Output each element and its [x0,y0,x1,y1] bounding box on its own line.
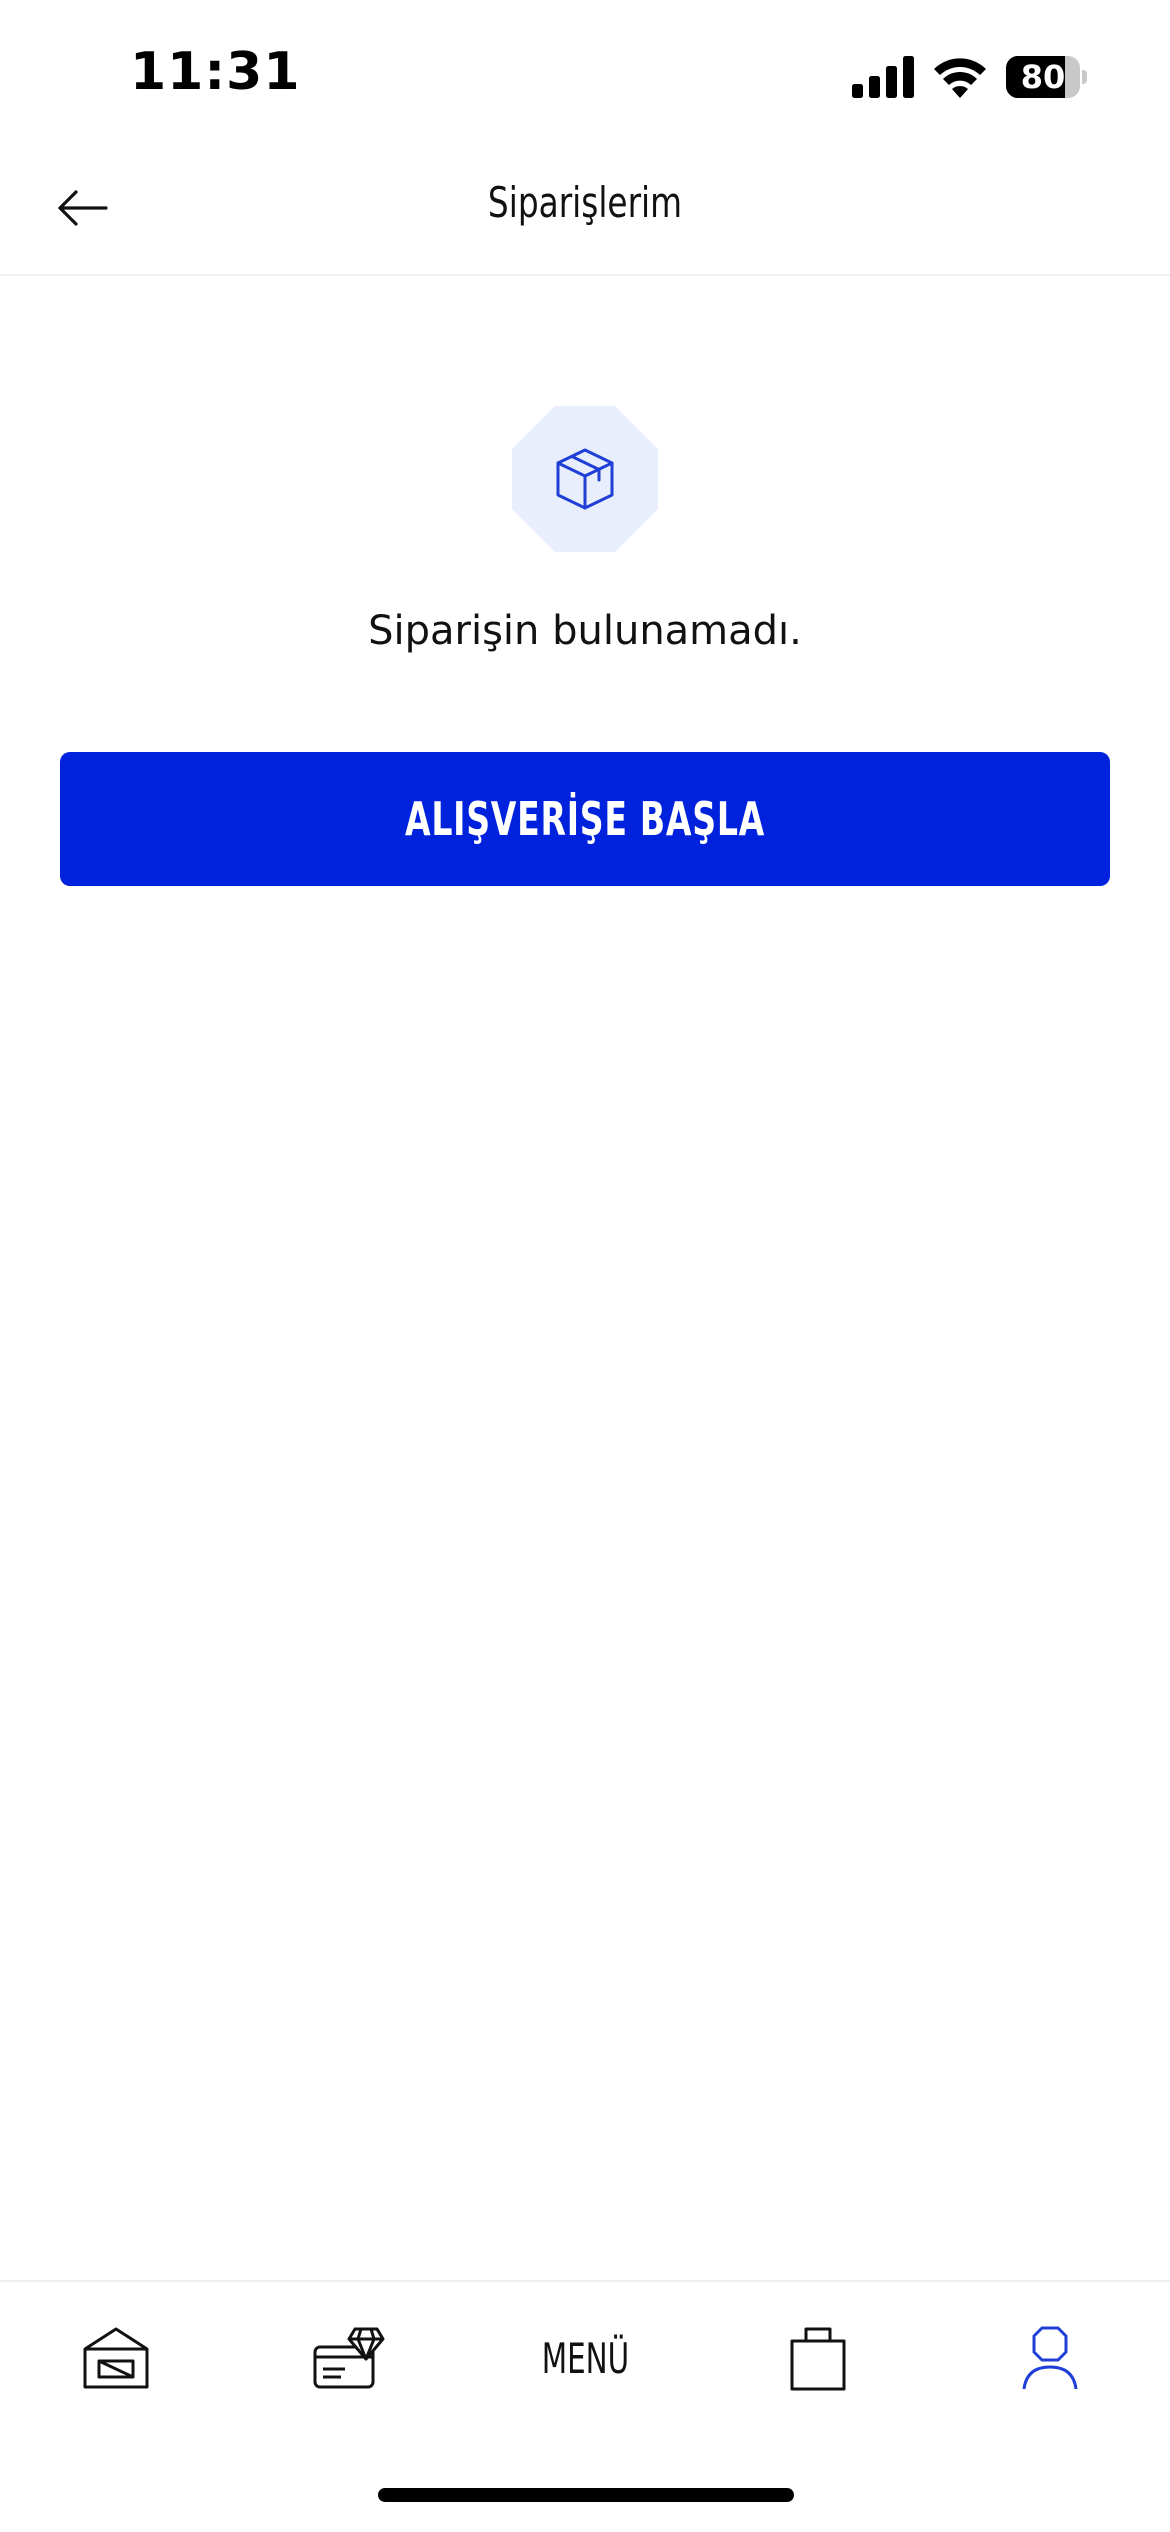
user-icon [1022,2326,1078,2390]
shopping-bag-icon [790,2327,846,2391]
arrow-left-icon [58,190,108,226]
battery-body: 80 [1006,56,1080,98]
home-store-icon [83,2327,149,2389]
tab-profile[interactable] [1000,2316,1100,2400]
page-header: Siparişlerim [0,150,1170,276]
tab-menu-label: MENÜ [541,2333,629,2383]
cellular-signal-icon [852,56,914,98]
package-box-icon [556,448,614,510]
home-indicator [378,2488,794,2502]
wifi-icon [934,58,986,98]
tab-cart[interactable] [768,2316,868,2400]
status-time: 11:31 [130,42,301,102]
start-shopping-button[interactable]: ALIŞVERİŞE BAŞLA [60,752,1110,886]
gift-card-icon [313,2327,385,2389]
battery-indicator: 80 [1006,56,1088,98]
tab-home[interactable] [66,2316,166,2400]
empty-state-icon-container [512,406,658,552]
bottom-tab-bar: MENÜ [0,2280,1170,2432]
page-title: Siparişlerim [487,178,683,227]
status-bar: 11:31 80 [0,0,1170,150]
battery-tip [1082,70,1087,84]
start-shopping-button-label: ALIŞVERİŞE BAŞLA [405,792,765,846]
back-button[interactable] [40,176,124,240]
empty-state-message: Siparişin bulunamadı. [368,608,802,654]
tab-gift-card[interactable] [298,2316,398,2400]
tab-menu[interactable]: MENÜ [535,2316,635,2400]
battery-level-text: 80 [1020,58,1066,96]
